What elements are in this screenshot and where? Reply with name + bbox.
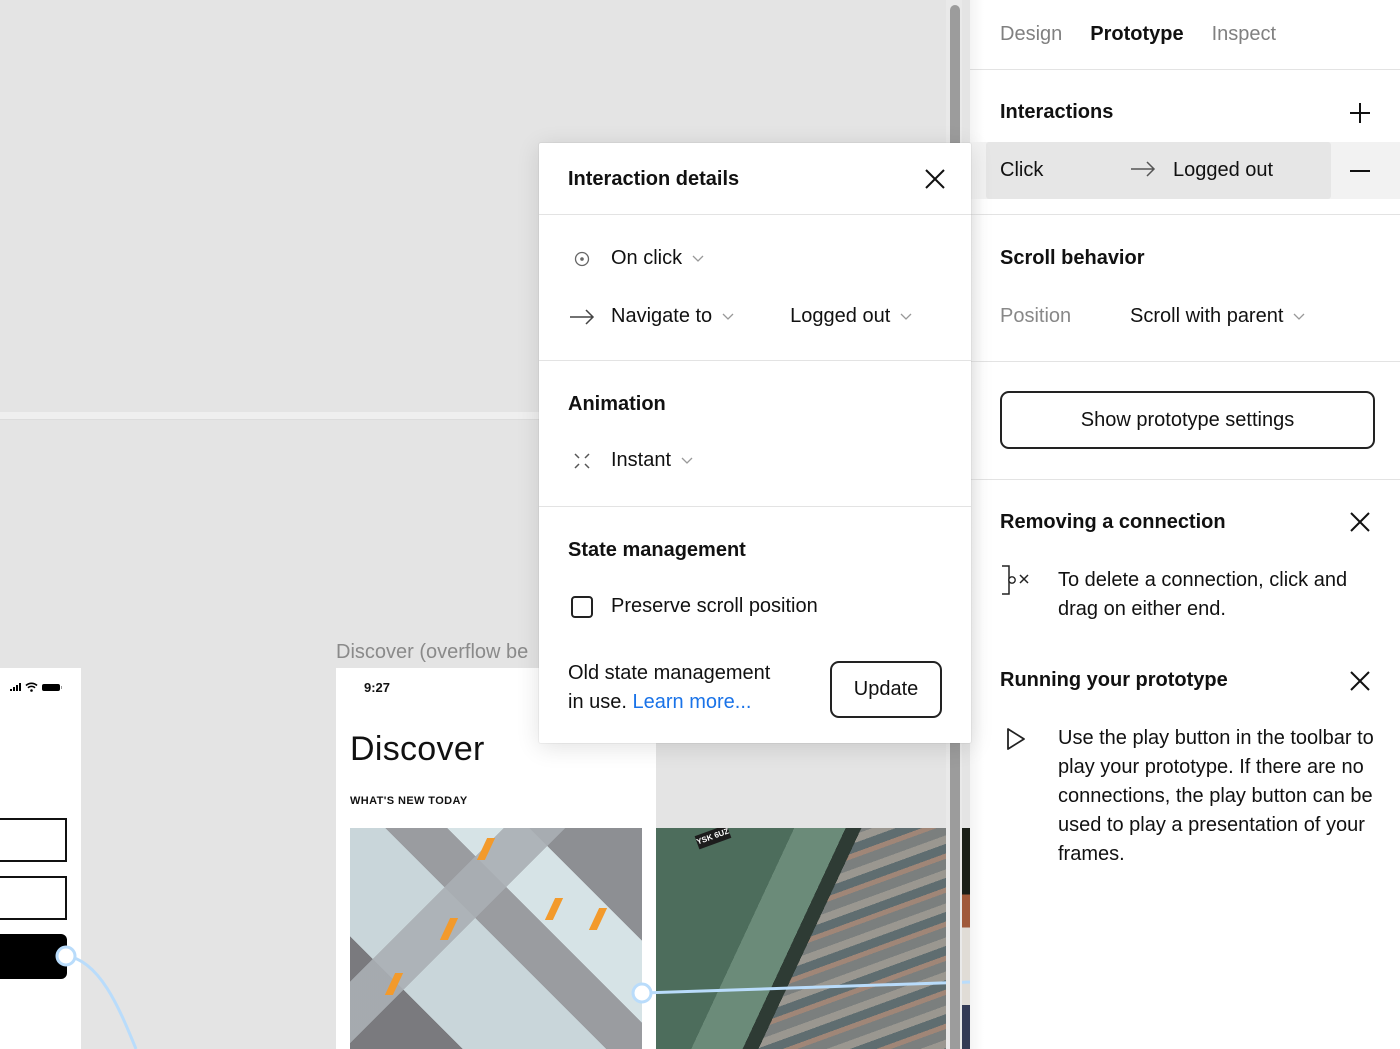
interactions-heading: Interactions xyxy=(1000,101,1114,123)
chevron-down-icon xyxy=(900,313,912,320)
status-bar-icons xyxy=(10,682,62,692)
tip-title-running-prototype: Running your prototype xyxy=(1000,669,1228,691)
remove-connection-icon xyxy=(1002,565,1029,595)
panel-divider xyxy=(970,479,1400,480)
panel-divider xyxy=(970,361,1400,362)
animation-row: Instant xyxy=(568,449,693,472)
position-value: Scroll with parent xyxy=(1130,305,1284,327)
close-icon xyxy=(1350,512,1370,532)
close-popup-button[interactable] xyxy=(919,163,951,195)
show-prototype-settings-button[interactable]: Show prototype settings xyxy=(1000,391,1375,449)
tip-title-removing-connection: Removing a connection xyxy=(1000,511,1226,533)
signal-icon xyxy=(10,683,21,691)
status-time: 9:27 xyxy=(364,680,391,695)
note-line-1: Old state management xyxy=(568,662,771,684)
destination-dropdown[interactable]: Logged out xyxy=(790,305,912,328)
update-button[interactable]: Update xyxy=(830,661,942,718)
state-management-section: State management Preserve scroll positio… xyxy=(539,507,971,745)
chevron-down-icon xyxy=(681,457,693,464)
trigger-dropdown[interactable]: On click xyxy=(611,247,704,270)
frame-label-discover[interactable]: Discover (overflow be xyxy=(336,641,528,664)
destination-value: Logged out xyxy=(790,305,891,327)
chevron-down-icon xyxy=(722,313,734,320)
dismiss-tip-running-prototype[interactable] xyxy=(1344,665,1376,697)
trigger-action-section: On click Navigate to Logged out xyxy=(539,215,971,361)
whats-new-label: WHAT'S NEW TODAY xyxy=(350,795,468,807)
plus-icon xyxy=(1350,103,1370,123)
close-icon xyxy=(1350,671,1370,691)
tip-text-running-prototype: Use the play button in the toolbar to pl… xyxy=(1058,727,1374,865)
chevron-down-icon xyxy=(692,255,704,262)
animation-value: Instant xyxy=(611,449,672,471)
escalator-photo[interactable] xyxy=(350,828,642,1049)
interaction-item[interactable]: Click Logged out xyxy=(986,142,1331,199)
tab-design[interactable]: Design xyxy=(1000,23,1062,46)
animation-dropdown[interactable]: Instant xyxy=(611,449,693,472)
tip-text-removing-connection: To delete a connection, click and drag o… xyxy=(1058,569,1348,620)
animation-section: Animation Instant xyxy=(539,361,971,507)
properties-panel: Design Prototype Inspect Interactions Cl… xyxy=(970,0,1400,1049)
remove-interaction-button[interactable] xyxy=(1344,155,1376,187)
preserve-scroll-label: Preserve scroll position xyxy=(611,595,818,617)
wifi-icon xyxy=(25,682,38,692)
old-state-note: Old state management in use. Learn more.… xyxy=(568,659,770,717)
preserve-scroll-checkbox[interactable] xyxy=(571,595,593,618)
dismiss-tip-removing-connection[interactable] xyxy=(1344,506,1376,538)
note-line-2: in use. xyxy=(568,691,627,713)
learn-more-link[interactable]: Learn more... xyxy=(633,691,752,713)
action-value: Navigate to xyxy=(611,305,713,327)
battery-icon xyxy=(42,683,62,691)
interaction-trigger: Click xyxy=(1000,159,1044,181)
login-password-field[interactable] xyxy=(0,876,67,920)
panel-divider xyxy=(970,214,1400,215)
chevron-down-icon xyxy=(1293,313,1305,320)
tab-inspect[interactable]: Inspect xyxy=(1212,23,1276,46)
interaction-destination: Logged out xyxy=(1173,159,1274,181)
license-plate: YSK 6UZ xyxy=(694,828,732,850)
popup-header: Interaction details xyxy=(539,143,971,215)
login-frame[interactable] xyxy=(0,668,81,1049)
position-label: Position xyxy=(1000,305,1072,327)
play-icon xyxy=(1007,728,1025,750)
login-button[interactable] xyxy=(0,934,67,979)
animation-heading: Animation xyxy=(568,393,666,415)
scroll-behavior-heading: Scroll behavior xyxy=(1000,247,1145,269)
login-email-field[interactable] xyxy=(0,818,67,862)
add-interaction-button[interactable] xyxy=(1344,97,1376,129)
trigger-value: On click xyxy=(611,247,683,269)
action-row: Navigate to Logged out xyxy=(568,305,912,328)
position-dropdown[interactable]: Scroll with parent xyxy=(1130,305,1305,328)
car-photo[interactable]: YSK 6UZ xyxy=(656,828,948,1049)
minus-icon xyxy=(1350,170,1370,172)
state-management-heading: State management xyxy=(568,539,746,561)
instant-icon xyxy=(568,452,596,470)
trigger-row: On click xyxy=(568,247,704,270)
discover-heading: Discover xyxy=(350,730,485,768)
tab-prototype[interactable]: Prototype xyxy=(1090,23,1183,46)
action-dropdown[interactable]: Navigate to xyxy=(611,305,734,328)
popup-title: Interaction details xyxy=(568,168,740,190)
panel-tabs: Design Prototype Inspect xyxy=(970,0,1400,70)
next-photo-edge[interactable] xyxy=(962,828,970,1049)
preserve-scroll-row[interactable]: Preserve scroll position xyxy=(568,595,818,618)
arrow-right-icon xyxy=(1131,161,1156,177)
target-icon xyxy=(568,251,596,267)
interaction-details-popup: Interaction details On click Navigate to xyxy=(539,143,971,743)
close-icon xyxy=(925,169,945,189)
arrow-right-icon xyxy=(568,308,596,325)
